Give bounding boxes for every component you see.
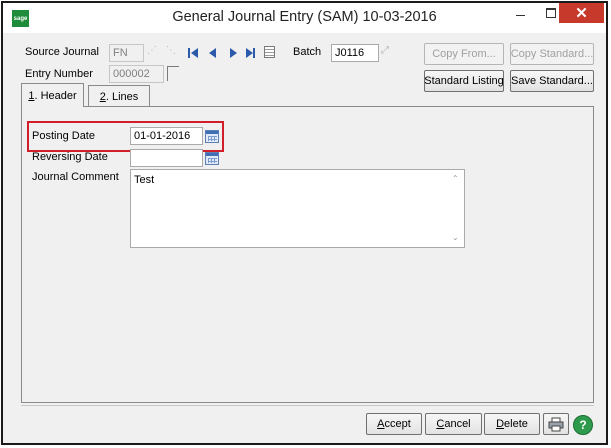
scroll-down-icon[interactable]: ⌄ <box>452 234 460 242</box>
footer-divider <box>21 405 594 406</box>
source-journal-label: Source Journal <box>25 46 99 58</box>
copy-from-button[interactable]: Copy From... <box>424 43 504 65</box>
previous-record-icon[interactable] <box>208 47 218 59</box>
scroll-up-icon[interactable]: ⌃ <box>452 175 460 183</box>
tab-header[interactable]: 1. Header <box>21 83 84 107</box>
cancel-mnemonic: C <box>436 418 445 430</box>
tab-header-label: . Header <box>34 89 77 102</box>
first-record-icon[interactable] <box>188 47 198 59</box>
lookup-icon: ⋱ <box>166 45 176 56</box>
accept-button[interactable]: Accept <box>366 413 422 435</box>
title-bar: sage General Journal Entry (SAM) 10-03-2… <box>3 3 606 33</box>
batch-field[interactable]: J0116 <box>331 44 379 62</box>
journal-comment-text: Test <box>134 174 155 186</box>
journal-comment-field[interactable]: Test ⌃ ⌄ <box>130 169 465 248</box>
delete-label: elete <box>504 418 528 430</box>
standard-listing-button[interactable]: Standard Listing <box>424 70 504 92</box>
print-button[interactable] <box>543 413 569 435</box>
tab-lines-label: . Lines <box>105 90 139 103</box>
accept-mnemonic: A <box>377 418 385 430</box>
list-icon[interactable] <box>264 46 275 58</box>
minimize-button[interactable] <box>506 3 536 25</box>
entry-number-label: Entry Number <box>25 68 93 80</box>
cancel-button[interactable]: Cancel <box>425 413 482 435</box>
reversing-date-label: Reversing Date <box>32 151 108 163</box>
calendar-icon[interactable] <box>205 130 219 143</box>
next-record-icon[interactable] <box>229 47 239 59</box>
last-record-icon[interactable] <box>246 47 256 59</box>
lookup-icon: ⋰ <box>147 45 157 56</box>
printer-icon <box>548 417 564 431</box>
close-button[interactable]: ✕ <box>559 3 604 23</box>
entry-number-field: 000002 <box>109 65 164 83</box>
help-icon[interactable]: ? <box>573 415 593 435</box>
journal-entry-window: sage General Journal Entry (SAM) 10-03-2… <box>1 1 608 445</box>
accept-label: ccept <box>384 418 411 430</box>
delete-mnemonic: D <box>496 418 505 430</box>
journal-comment-label: Journal Comment <box>32 171 119 183</box>
copy-standard-button[interactable]: Copy Standard... <box>510 43 594 65</box>
posting-date-label: Posting Date <box>32 130 95 142</box>
lookup-icon <box>167 66 179 81</box>
tab-lines[interactable]: 2. Lines <box>88 85 150 107</box>
batch-label: Batch <box>293 46 322 58</box>
source-journal-field: FN <box>109 44 144 62</box>
reversing-date-field[interactable] <box>130 149 203 167</box>
calendar-icon[interactable] <box>205 152 219 165</box>
delete-button[interactable]: Delete <box>484 413 540 435</box>
save-standard-button[interactable]: Save Standard... <box>510 70 594 92</box>
posting-date-field[interactable]: 01-01-2016 <box>130 127 203 145</box>
cancel-label: ancel <box>444 418 471 430</box>
lookup-icon[interactable]: ⤢ <box>381 45 393 57</box>
